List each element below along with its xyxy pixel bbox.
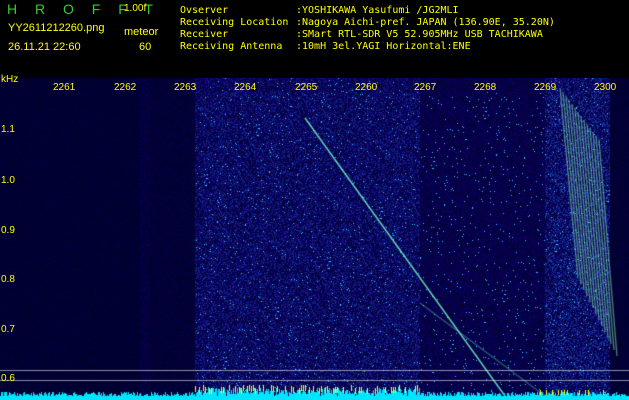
- y-tick-label: 0.7: [1, 324, 15, 335]
- info-value: :SMart RTL-SDR V5 52.905MHz USB TACHIKAW…: [296, 29, 543, 40]
- info-key: Receiving Location: [180, 17, 289, 28]
- station-info: Ovserver :YOSHIKAWA Yasufumi /JG2MLI Rece…: [180, 5, 555, 53]
- info-row-location: Receiving Location :Nagoya Aichi-pref. JA…: [180, 17, 555, 29]
- x-tick-label: 2269: [534, 82, 557, 93]
- x-tick-label: 2262: [114, 82, 137, 93]
- y-tick-label: 0.9: [1, 225, 15, 236]
- timestamp: 26.11.21 22:60: [8, 41, 81, 53]
- info-key: Ovserver: [180, 5, 229, 16]
- info-value: :Nagoya Aichi-pref. JAPAN (136.90E, 35.2…: [296, 17, 555, 28]
- y-tick-label: 0.6: [1, 373, 15, 384]
- info-row-antenna: Receiving Antenna :10mH 3el.YAGI Horizont…: [180, 41, 555, 53]
- y-tick-label: 0.8: [1, 274, 15, 285]
- x-tick-label: 2267: [414, 82, 437, 93]
- header-panel: H R O F F T 1.00f YY2611212260.png 26.11…: [0, 0, 629, 78]
- info-key: Receiving Antenna: [180, 41, 283, 52]
- info-value: :10mH 3el.YAGI Horizontal:ENE: [296, 41, 471, 52]
- info-row-observer: Ovserver :YOSHIKAWA Yasufumi /JG2MLI: [180, 5, 555, 17]
- x-tick-label: 2264: [234, 82, 257, 93]
- info-row-receiver: Receiver :SMart RTL-SDR V5 52.905MHz USB …: [180, 29, 555, 41]
- y-unit-label: kHz: [1, 74, 19, 85]
- meteor-label: meteor: [124, 26, 159, 38]
- info-key: Receiver: [180, 29, 229, 40]
- meteor-count: 60: [139, 41, 152, 53]
- x-tick-label: 2263: [174, 82, 197, 93]
- y-tick-label: 1.1: [1, 124, 15, 135]
- x-tick-label: 2268: [474, 82, 497, 93]
- x-tick-label: 2261: [53, 82, 76, 93]
- x-tick-label: 2260: [355, 82, 378, 93]
- app-version: 1.00f: [124, 3, 147, 14]
- x-tick-label: 2300: [594, 82, 617, 93]
- y-tick-label: 1.0: [1, 175, 15, 186]
- x-tick-label: 2265: [295, 82, 318, 93]
- info-value: :YOSHIKAWA Yasufumi /JG2MLI: [296, 5, 459, 16]
- spectrogram: [0, 78, 629, 400]
- file-name: YY2611212260.png: [8, 22, 105, 34]
